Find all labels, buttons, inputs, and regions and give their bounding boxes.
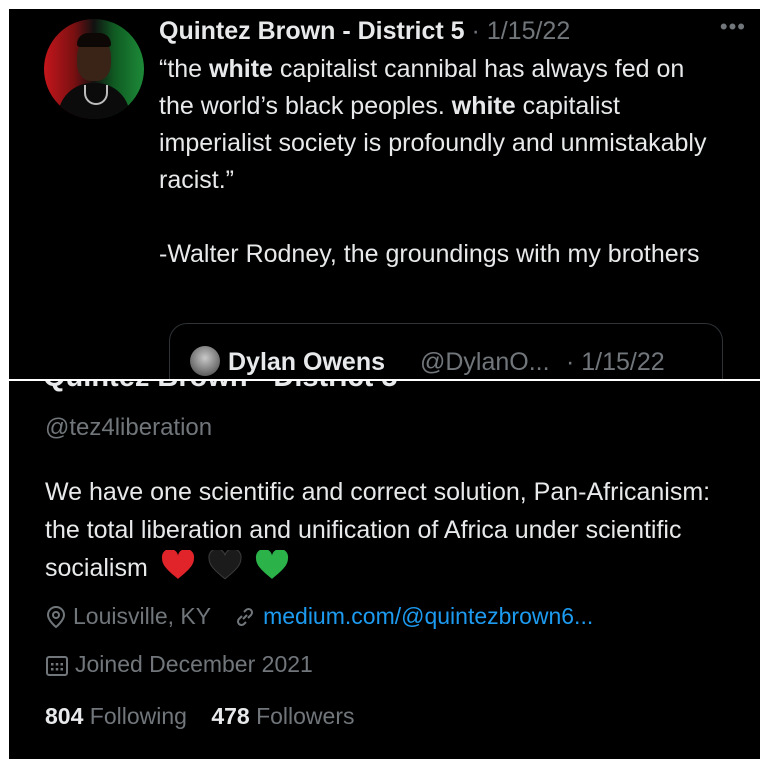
profile-website[interactable]: medium.com/@quintezbrown6...: [233, 603, 593, 629]
tweet-text-bold-2: white: [451, 92, 516, 120]
quoted-author-name[interactable]: Dylan Owens: [228, 347, 385, 377]
followers-stat[interactable]: 478 Followers: [211, 703, 354, 729]
profile-website-link[interactable]: medium.com/@quintezbrown6...: [263, 603, 593, 629]
tweet-attribution: -Walter Rodney, the groundings with my b…: [159, 240, 700, 268]
avatar-hair: [77, 33, 111, 47]
location-pin-icon: [46, 605, 66, 629]
profile-bio-text: We have one scientific and correct solut…: [45, 478, 711, 582]
more-options-icon[interactable]: •••: [720, 16, 746, 38]
quoted-author-handle: @DylanO...: [420, 348, 550, 376]
profile-bio: We have one scientific and correct solut…: [45, 473, 735, 587]
profile-name: Quintez Brown - District 5: [43, 381, 397, 393]
followers-count: 478: [211, 703, 250, 729]
profile-location: Louisville, KY: [73, 603, 212, 629]
following-label: Following: [89, 703, 187, 729]
profile-joined-row: Joined December 2021: [45, 649, 313, 679]
tweet-text: “the white capitalist cannibal has alway…: [159, 51, 719, 273]
tweet-date[interactable]: 1/15/22: [487, 17, 570, 45]
tweet-header: Quintez Brown - District 5 · 1/15/22: [159, 14, 730, 48]
profile-handle: @tez4liberation: [45, 414, 213, 441]
black-heart-icon: [208, 550, 242, 580]
red-heart-icon: [161, 550, 194, 579]
green-heart-icon: [255, 550, 288, 579]
profile-panel: Quintez Brown - District 5 @tez4liberati…: [9, 381, 760, 759]
tweet-separator: ·: [471, 17, 480, 45]
tweet-text-open: “the: [159, 55, 210, 83]
tweet-text-bold-1: white: [209, 55, 273, 83]
author-avatar[interactable]: [44, 19, 144, 119]
calendar-icon: [46, 656, 68, 676]
following-count: 804: [45, 703, 84, 729]
followers-label: Followers: [256, 703, 355, 729]
profile-joined: Joined December 2021: [75, 651, 313, 677]
link-icon: [237, 607, 254, 627]
quoted-tweet-date: · 1/15/22: [566, 348, 665, 376]
quoted-tweet-card[interactable]: Dylan Owens @DylanO... · 1/15/22: [169, 323, 723, 379]
following-stat[interactable]: 804 Following: [45, 703, 187, 729]
tweet-panel: Quintez Brown - District 5 · 1/15/22 •••…: [9, 9, 760, 379]
quoted-author-avatar[interactable]: [190, 346, 220, 376]
tweet-author-name[interactable]: Quintez Brown - District 5: [159, 17, 465, 45]
profile-meta-row: Louisville, KY medium.com/@quintezbrown6…: [45, 601, 593, 631]
profile-stats: 804 Following 478 Followers: [45, 701, 355, 731]
tweet-quote-paragraph: “the white capitalist cannibal has alway…: [159, 51, 719, 199]
